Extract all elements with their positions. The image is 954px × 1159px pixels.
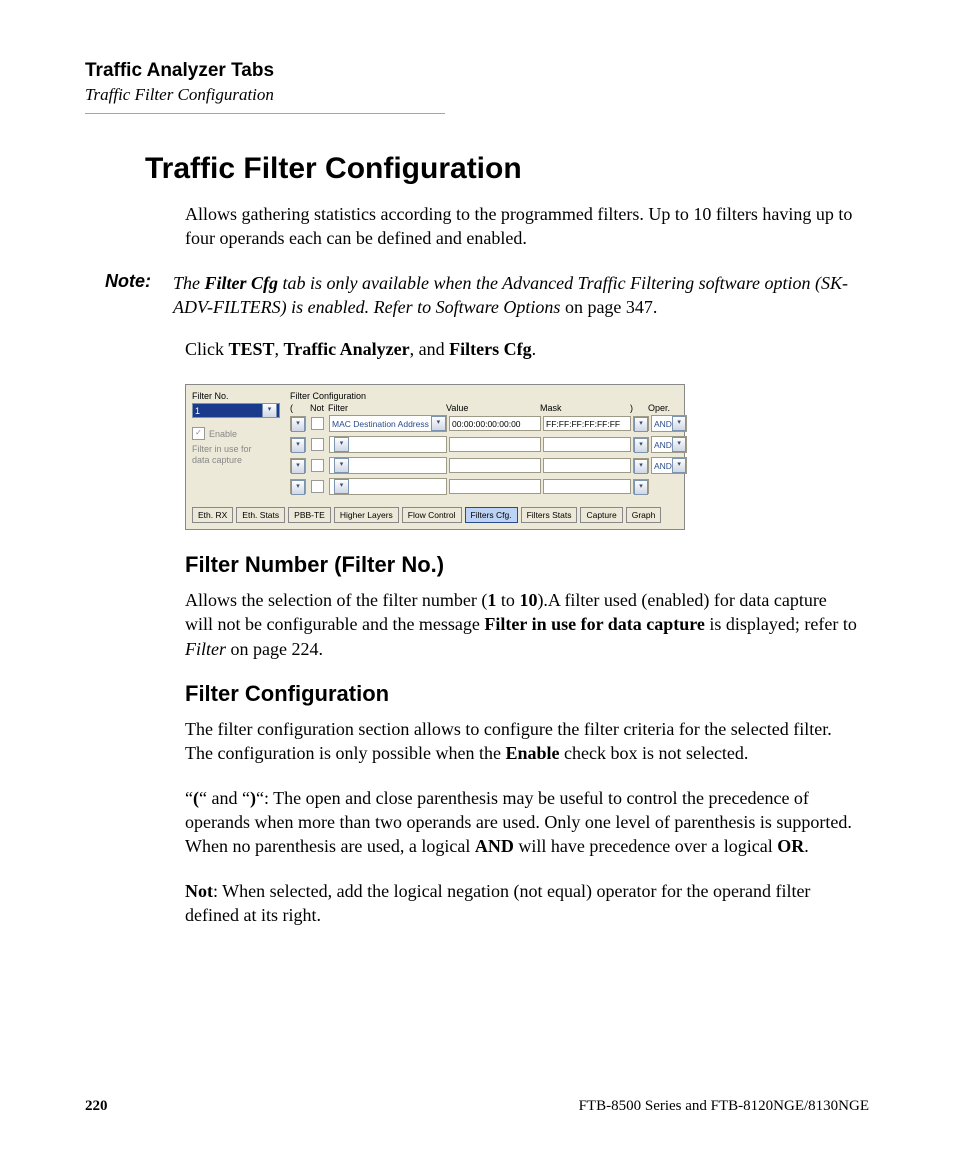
value-field[interactable] xyxy=(449,479,541,494)
chevron-down-icon: ▾ xyxy=(634,459,648,474)
not-checkbox[interactable] xyxy=(311,417,324,430)
page-number: 220 xyxy=(85,1098,108,1115)
filter-cfg-screenshot: Filter No. 1 ▾ ✓ Enable Filter in use fo… xyxy=(185,384,685,530)
tab-graph[interactable]: Graph xyxy=(626,507,662,523)
tab-eth-rx[interactable]: Eth. RX xyxy=(192,507,233,523)
open-paren-select[interactable]: ▾ xyxy=(290,437,306,452)
chevron-down-icon: ▾ xyxy=(672,416,686,431)
oper-select[interactable]: AND▾ xyxy=(651,457,687,474)
not-checkbox[interactable] xyxy=(311,480,324,493)
chevron-down-icon: ▾ xyxy=(672,437,686,452)
filter-type-select[interactable]: ▾ xyxy=(329,436,447,453)
value-field[interactable] xyxy=(449,437,541,452)
oper-select[interactable]: AND▾ xyxy=(651,436,687,453)
filter-config-p2: “(“ and “)“: The open and close parenthe… xyxy=(185,786,859,859)
tab-filters-cfg[interactable]: Filters Cfg. xyxy=(465,507,518,523)
open-paren-select[interactable]: ▾ xyxy=(290,479,306,494)
chevron-down-icon: ▾ xyxy=(291,417,305,432)
section-heading-filter-config: Filter Configuration xyxy=(185,681,869,707)
page-title: Traffic Filter Configuration xyxy=(145,152,869,186)
chevron-down-icon: ▾ xyxy=(634,480,648,495)
footer: 220 FTB-8500 Series and FTB-8120NGE/8130… xyxy=(85,1098,869,1115)
chevron-down-icon: ▾ xyxy=(672,458,686,473)
filter-in-use-msg: Filter in use for data capture xyxy=(192,444,280,466)
enable-label: Enable xyxy=(209,429,237,439)
header-chapter: Traffic Analyzer Tabs xyxy=(85,60,869,82)
not-checkbox[interactable] xyxy=(311,438,324,451)
section-heading-filter-number: Filter Number (Filter No.) xyxy=(185,552,869,578)
tab-eth-stats[interactable]: Eth. Stats xyxy=(236,507,285,523)
tab-higher-layers[interactable]: Higher Layers xyxy=(334,507,399,523)
header-section: Traffic Filter Configuration xyxy=(85,85,869,105)
note-block: Note: The Filter Cfg tab is only availab… xyxy=(105,271,859,320)
filter-no-label: Filter No. xyxy=(192,391,280,401)
operand-row: ▾ ▾ ▾ AND▾ xyxy=(290,436,687,453)
chevron-down-icon: ▾ xyxy=(291,459,305,474)
filter-type-select[interactable]: ▾ xyxy=(329,478,447,495)
tab-pbb-te[interactable]: PBB-TE xyxy=(288,507,331,523)
filter-config-p3: Not: When selected, add the logical nega… xyxy=(185,879,859,928)
click-path: Click TEST, Traffic Analyzer, and Filter… xyxy=(185,339,859,360)
mask-field[interactable]: FF:FF:FF:FF:FF:FF xyxy=(543,416,631,431)
chevron-down-icon: ▾ xyxy=(634,417,648,432)
header-rule xyxy=(85,113,445,114)
enable-checkbox[interactable]: ✓ xyxy=(192,427,205,440)
chevron-down-icon[interactable]: ▾ xyxy=(262,403,277,418)
filter-type-select[interactable]: ▾ xyxy=(329,457,447,474)
mask-field[interactable] xyxy=(543,437,631,452)
chevron-down-icon: ▾ xyxy=(334,479,349,494)
tab-strip: Eth. RX Eth. Stats PBB-TE Higher Layers … xyxy=(186,503,684,529)
page: Traffic Analyzer Tabs Traffic Filter Con… xyxy=(0,0,954,1159)
open-paren-select[interactable]: ▾ xyxy=(290,458,306,473)
operand-row: ▾ ▾ ▾ AND▾ xyxy=(290,457,687,474)
note-body: The Filter Cfg tab is only available whe… xyxy=(173,271,859,320)
operand-row: ▾ ▾ ▾ xyxy=(290,478,687,495)
chevron-down-icon: ▾ xyxy=(334,437,349,452)
intro-paragraph: Allows gathering statistics according to… xyxy=(185,202,859,251)
mask-field[interactable] xyxy=(543,458,631,473)
close-paren-select[interactable]: ▾ xyxy=(633,416,649,431)
chevron-down-icon: ▾ xyxy=(291,480,305,495)
value-field[interactable]: 00:00:00:00:00:00 xyxy=(449,416,541,431)
close-paren-select[interactable]: ▾ xyxy=(633,437,649,452)
note-label: Note: xyxy=(105,271,173,320)
filter-config-p1: The filter configuration section allows … xyxy=(185,717,859,766)
open-paren-select[interactable]: ▾ xyxy=(290,416,306,431)
value-field[interactable] xyxy=(449,458,541,473)
not-checkbox[interactable] xyxy=(311,459,324,472)
footer-doc-id: FTB-8500 Series and FTB-8120NGE/8130NGE xyxy=(579,1098,869,1115)
close-paren-select[interactable]: ▾ xyxy=(633,458,649,473)
operand-row: ▾ MAC Destination Address▾ 00:00:00:00:0… xyxy=(290,415,687,432)
tab-capture[interactable]: Capture xyxy=(580,507,622,523)
filter-no-select[interactable]: 1 ▾ xyxy=(192,403,280,418)
tab-filters-stats[interactable]: Filters Stats xyxy=(521,507,578,523)
column-headers: ( Not Filter Value Mask ) Oper. xyxy=(290,403,687,413)
tab-flow-control[interactable]: Flow Control xyxy=(402,507,462,523)
filter-number-paragraph: Allows the selection of the filter numbe… xyxy=(185,588,859,661)
close-paren-select[interactable]: ▾ xyxy=(633,479,649,494)
filter-config-label: Filter Configuration xyxy=(290,391,687,401)
oper-select[interactable]: AND▾ xyxy=(651,415,687,432)
running-header: Traffic Analyzer Tabs Traffic Filter Con… xyxy=(85,60,869,105)
filter-type-select[interactable]: MAC Destination Address▾ xyxy=(329,415,447,432)
chevron-down-icon: ▾ xyxy=(431,416,446,431)
mask-field[interactable] xyxy=(543,479,631,494)
chevron-down-icon: ▾ xyxy=(334,458,349,473)
chevron-down-icon: ▾ xyxy=(291,438,305,453)
chevron-down-icon: ▾ xyxy=(634,438,648,453)
